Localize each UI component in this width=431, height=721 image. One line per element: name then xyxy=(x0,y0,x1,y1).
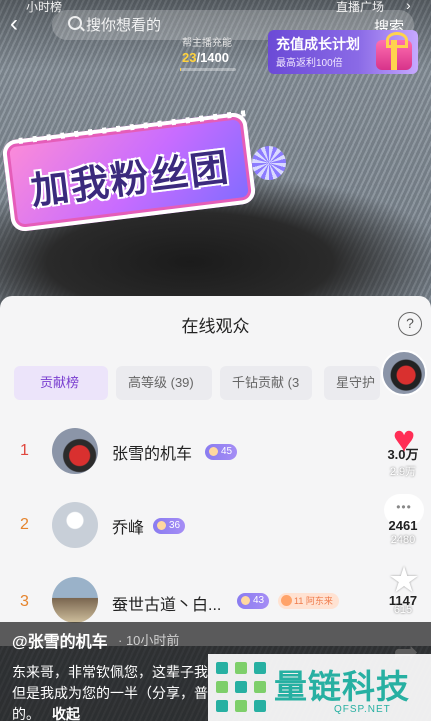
rank-number: 3 xyxy=(20,593,29,610)
tab-star-guard[interactable]: 星守护 xyxy=(324,366,380,400)
level-badge: 36 xyxy=(153,518,186,534)
energy-count[interactable]: 23/1400 xyxy=(182,50,229,65)
disco-ball-icon xyxy=(252,146,286,180)
search-icon xyxy=(68,16,82,30)
rank-username: 张雪的机车 xyxy=(112,446,193,463)
tab-diamond-contribution[interactable]: 千钻贡献 (3 xyxy=(220,366,312,400)
author-name[interactable]: @张雪的机车 xyxy=(12,628,108,652)
tab-contribution[interactable]: 贡献榜 xyxy=(14,366,108,400)
rank-username: 乔峰 xyxy=(112,520,145,537)
gift-box-icon xyxy=(376,32,412,70)
avatar[interactable] xyxy=(52,502,98,548)
fan-club-badge: 11 阿东来 xyxy=(278,593,339,609)
rank-row[interactable]: 1 张雪的机车 45 xyxy=(0,422,431,482)
sheet-title: 在线观众 xyxy=(181,317,250,336)
energy-progress-bar xyxy=(180,68,236,71)
energy-total: /1400 xyxy=(196,50,230,65)
rank-number: 2 xyxy=(20,516,29,533)
favorite-count: 615 xyxy=(393,604,413,616)
caption-line: 的。 xyxy=(12,706,40,721)
help-icon[interactable]: ? xyxy=(398,312,422,336)
chevron-left-icon: ‹ xyxy=(10,10,18,37)
energy-progress-fill xyxy=(180,68,182,71)
watermark-logo xyxy=(216,662,266,712)
watermark-text: 量链科技 xyxy=(274,668,410,705)
post-time: · 10小时前 xyxy=(118,633,180,648)
host-avatar[interactable] xyxy=(381,350,427,396)
search-input[interactable] xyxy=(86,14,286,36)
tab-high-level[interactable]: 高等级 (39) xyxy=(116,366,212,400)
collapse-link[interactable]: 收起 xyxy=(52,704,80,721)
comment-count: 2480 xyxy=(390,534,416,546)
promo-title: 充值成长计划 xyxy=(276,36,360,52)
level-badge: 43 xyxy=(237,593,270,609)
energy-label[interactable]: 帮主播充能 xyxy=(182,34,232,49)
energy-current: 23 xyxy=(182,50,197,65)
promo-subtitle: 最高返利100倍 xyxy=(276,58,343,69)
avatar[interactable] xyxy=(52,577,98,623)
like-count: 2.9万 xyxy=(389,466,417,478)
watermark-subtext: QFSP.NET xyxy=(334,704,391,715)
rank-number: 1 xyxy=(20,442,29,459)
rank-username: 蚕世古道丶白... xyxy=(112,597,222,614)
level-badge: 45 xyxy=(205,444,238,460)
back-button[interactable]: ‹ xyxy=(10,12,32,38)
rank2-score: 2461 xyxy=(388,518,418,533)
avatar[interactable] xyxy=(52,428,98,474)
rank-row[interactable]: 2 乔峰 36 xyxy=(0,496,431,556)
rank1-score: 3.0万 xyxy=(387,447,419,462)
chevron-right-icon[interactable]: › xyxy=(406,0,411,13)
